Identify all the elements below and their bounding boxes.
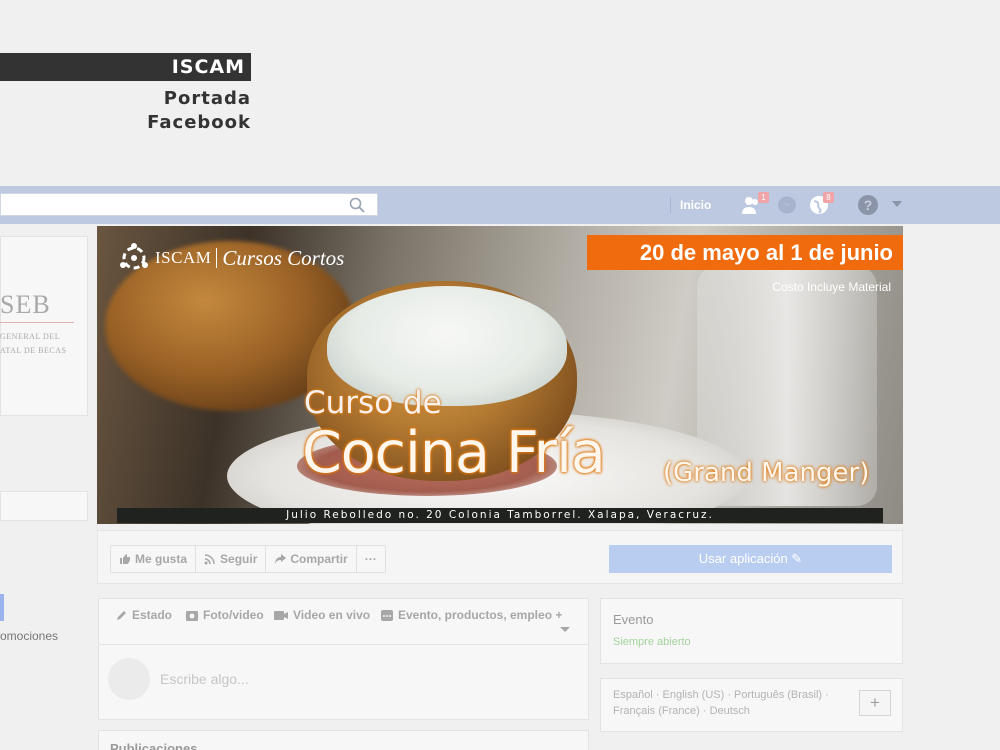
caption-line-2: Facebook <box>147 112 251 133</box>
share-label: Compartir <box>290 552 348 566</box>
cover-photo[interactable]: ISCAM Cursos Cortos 20 de mayo al 1 de j… <box>97 226 903 524</box>
iscam-logo-icon <box>120 243 148 270</box>
notifications-badge: 8 <box>823 192 834 203</box>
share-arrow-icon <box>275 554 287 564</box>
logo-separator <box>216 248 218 268</box>
publicaciones-heading: Publicaciones <box>110 741 198 750</box>
seb-logo-line1: GENERAL DEL <box>0 332 61 341</box>
rss-icon <box>204 554 215 565</box>
seb-logo-line <box>0 322 74 323</box>
like-button[interactable]: Me gusta <box>111 546 197 572</box>
left-small-panel <box>0 491 88 521</box>
tab-foto-video[interactable]: Foto/video <box>185 608 264 622</box>
logo-cursos-text: Cursos Cortos <box>222 245 345 270</box>
page-action-buttons: Me gusta Seguir Compartir ··· <box>110 545 386 573</box>
thumbs-up-icon <box>120 554 130 564</box>
languages-line-2[interactable]: Français (France) · Deutsch <box>613 705 750 717</box>
tab-estado-label: Estado <box>132 608 173 622</box>
more-button[interactable]: ··· <box>357 546 385 572</box>
pencil-icon <box>117 610 126 620</box>
search-input[interactable] <box>0 193 378 216</box>
use-app-button[interactable]: Usar aplicación ✎ <box>609 545 892 573</box>
left-promotions-link[interactable]: omociones <box>0 629 58 643</box>
follow-label: Seguir <box>220 552 258 566</box>
tab-video-en-vivo[interactable]: Video en vivo <box>273 608 370 622</box>
tab-foto-label: Foto/video <box>203 608 264 622</box>
composer-input[interactable]: Escribe algo... <box>160 671 249 687</box>
left-profile-panel <box>0 236 88 416</box>
chevron-down-icon[interactable] <box>892 201 902 207</box>
camera-icon <box>186 610 198 621</box>
avatar[interactable] <box>108 658 150 700</box>
date-banner: 20 de mayo al 1 de junio <box>587 235 903 270</box>
grand-manger-text: (Grand Manger) <box>663 458 870 488</box>
tab-evento-label: Evento, productos, empleo + <box>398 608 563 622</box>
caption-line-1: Portada <box>163 88 251 109</box>
help-icon[interactable]: ? <box>858 195 878 215</box>
composer-divider <box>98 644 589 645</box>
cocina-fria-title: Cocina Fría <box>302 420 606 486</box>
add-language-button[interactable]: + <box>859 690 891 716</box>
messenger-icon[interactable] <box>776 194 798 216</box>
video-camera-icon <box>274 610 288 620</box>
pencil-icon: ✎ <box>791 551 803 566</box>
languages-line-1[interactable]: Español · English (US) · Português (Bras… <box>613 689 829 701</box>
friends-badge: 1 <box>758 192 769 203</box>
evento-title: Evento <box>613 612 654 627</box>
topbar-divider <box>670 197 671 213</box>
costo-text: Costo Incluye Material <box>772 280 891 294</box>
left-blue-button[interactable] <box>0 594 4 621</box>
composer-chevron-down-icon[interactable] <box>560 627 570 632</box>
search-icon[interactable] <box>348 196 366 214</box>
tab-estado[interactable]: Estado <box>115 608 172 622</box>
curso-de-text: Curso de <box>304 385 442 421</box>
like-label: Me gusta <box>135 552 188 566</box>
tab-evento-productos[interactable]: Evento, productos, empleo + <box>380 608 562 622</box>
tab-video-label: Video en vivo <box>293 608 371 622</box>
share-button[interactable]: Compartir <box>266 546 357 572</box>
caption-tag: ISCAM <box>0 53 251 81</box>
address-strip: Julio Rebolledo no. 20 Colonia Tamborrel… <box>117 508 883 523</box>
evento-status: Siempre abierto <box>613 636 691 648</box>
event-icon <box>381 609 393 621</box>
evento-panel <box>600 598 903 664</box>
use-app-label: Usar aplicación <box>698 551 788 566</box>
nav-home-link[interactable]: Inicio <box>680 198 711 212</box>
follow-button[interactable]: Seguir <box>196 546 267 572</box>
logo-iscam-text: ISCAM <box>155 248 212 267</box>
iscam-logo: ISCAM Cursos Cortos <box>117 241 344 275</box>
seb-logo-line2: ATAL DE BECAS <box>0 346 67 355</box>
seb-logo-text: SEB <box>0 290 51 319</box>
